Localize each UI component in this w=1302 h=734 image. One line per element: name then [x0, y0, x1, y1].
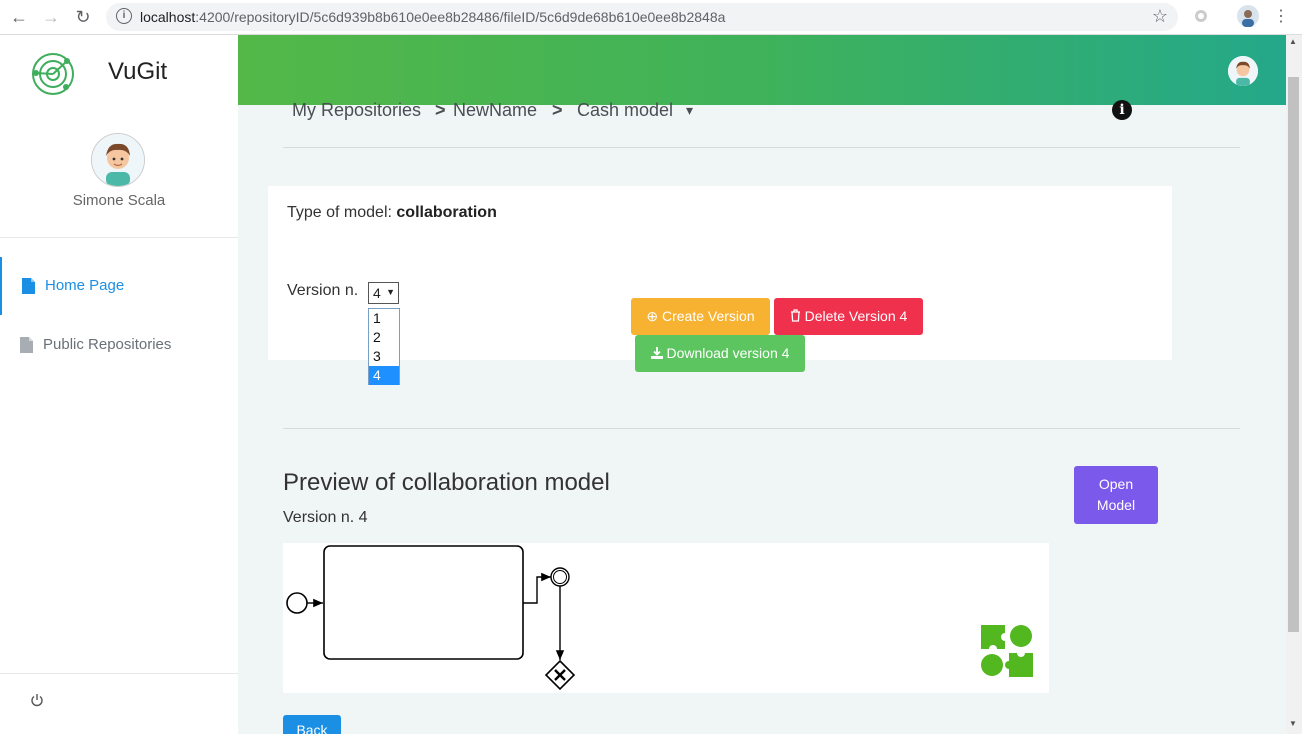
breadcrumb-file[interactable]: Cash model [577, 100, 673, 121]
download-version-button[interactable]: Download version 4 [635, 335, 805, 372]
sidebar-item-label: Home Page [45, 277, 125, 294]
breadcrumb-my-repositories[interactable]: My Repositories [292, 100, 421, 121]
version-option[interactable]: 3 [369, 347, 399, 366]
scrollbar-thumb[interactable] [1288, 77, 1299, 632]
open-model-label: Open [1098, 476, 1134, 492]
file-icon [22, 278, 35, 294]
model-type-value: collaboration [396, 204, 497, 221]
puzzle-icon [981, 625, 1033, 677]
back-button[interactable]: Back [283, 715, 341, 734]
download-version-label: Download version 4 [666, 345, 790, 361]
bpmn-diagram [286, 545, 1033, 691]
sidebar: VuGit Simone Scala Home Page Public Repo… [0, 35, 239, 734]
divider [283, 147, 1240, 148]
preview-title: Preview of collaboration model [283, 469, 610, 496]
user-name: Simone Scala [72, 192, 166, 209]
version-select[interactable]: 4 ▼ [368, 282, 399, 304]
sidebar-item-public-repositories[interactable]: Public Repositories [0, 316, 238, 374]
bpmn-diagram-preview[interactable] [283, 543, 1049, 693]
sidebar-item-label: Public Repositories [43, 336, 172, 353]
create-version-button[interactable]: ⊕ Create Version [631, 298, 770, 335]
header-bar [238, 35, 1286, 105]
main-content: My Repositories > NewName > Cash model ▾… [238, 35, 1286, 734]
version-select-value: 4 [373, 285, 381, 301]
scroll-up-icon[interactable]: ▲ [1289, 37, 1297, 46]
avatar [91, 133, 145, 187]
forward-arrow-icon[interactable]: → [40, 6, 62, 28]
start-event-icon [286, 592, 308, 614]
model-type: Type of model: collaboration [287, 204, 497, 222]
back-arrow-icon[interactable]: ← [8, 6, 30, 28]
version-label: Version n. [287, 282, 359, 299]
breadcrumb-repo[interactable]: NewName [453, 100, 537, 121]
file-icon [20, 337, 33, 353]
vugit-logo-icon[interactable] [28, 49, 78, 99]
breadcrumb-dropdown-caret-icon[interactable]: ▾ [686, 102, 693, 119]
site-info-icon[interactable]: i [116, 8, 132, 24]
chevron-down-icon: ▼ [386, 287, 395, 297]
delete-version-label: Delete Version 4 [804, 308, 908, 324]
exclusive-gateway-icon [544, 659, 576, 691]
breadcrumb-separator: > [435, 100, 446, 120]
create-version-label: Create Version [662, 308, 755, 324]
address-bar[interactable]: i localhost:4200/repositoryID/5c6d939b8b… [106, 3, 1178, 31]
open-model-button[interactable]: Open Model [1074, 466, 1158, 524]
preview-version: Version n. 4 [283, 509, 368, 526]
scrollbar[interactable]: ▲ ▼ [1286, 35, 1302, 734]
scroll-down-icon[interactable]: ▼ [1289, 719, 1297, 728]
info-icon[interactable]: i [1112, 100, 1132, 120]
reload-icon[interactable]: ↻ [72, 6, 94, 28]
trash-icon [790, 309, 800, 322]
url-path: :4200/repositoryID/5c6d939b8b610e0ee8b28… [195, 9, 726, 25]
download-icon [650, 347, 663, 359]
header-avatar[interactable] [1228, 56, 1258, 86]
power-icon[interactable] [30, 693, 44, 707]
divider [0, 673, 238, 674]
user-avatar-icon [1228, 56, 1258, 86]
brand-name[interactable]: VuGit [108, 58, 167, 86]
sidebar-item-home[interactable]: Home Page [0, 257, 240, 315]
plus-circle-icon: ⊕ [646, 308, 659, 324]
version-dropdown-list: 1 2 3 4 [368, 308, 400, 385]
task-shape [323, 545, 524, 660]
profile-avatar-icon[interactable] [1237, 5, 1259, 27]
open-model-label: Model [1096, 497, 1136, 513]
delete-version-button[interactable]: Delete Version 4 [774, 298, 923, 335]
divider [0, 237, 238, 238]
bookmark-star-icon[interactable]: ☆ [1152, 6, 1168, 27]
version-option[interactable]: 1 [369, 309, 399, 328]
menu-kebab-icon[interactable]: ⋮ [1270, 6, 1292, 28]
user-avatar-icon [92, 134, 144, 186]
version-option-selected[interactable]: 4 [369, 366, 399, 385]
version-option[interactable]: 2 [369, 328, 399, 347]
browser-toolbar: ← → ↻ i localhost:4200/repositoryID/5c6d… [0, 0, 1302, 35]
model-type-label: Type of model: [287, 204, 397, 221]
divider [283, 428, 1240, 429]
breadcrumb-separator: > [552, 100, 563, 120]
extension-icon[interactable] [1192, 7, 1210, 25]
url-host: localhost [140, 9, 196, 25]
